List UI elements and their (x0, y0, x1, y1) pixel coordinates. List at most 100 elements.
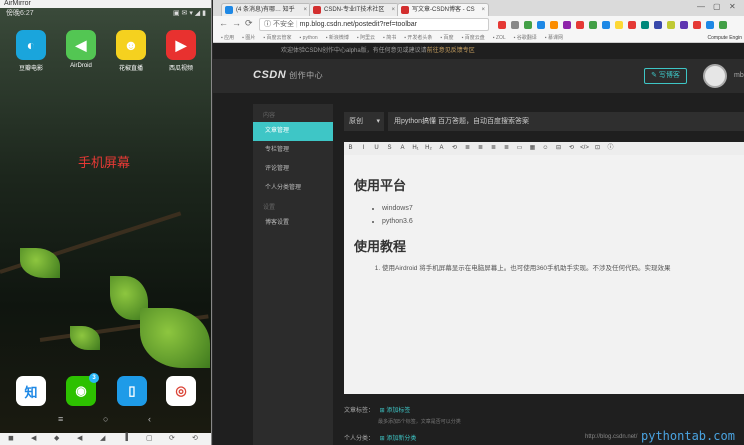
format-button[interactable]: I (357, 142, 370, 155)
extension-icon[interactable] (706, 21, 714, 29)
article-type-select[interactable]: 原创 ▾ (344, 112, 384, 131)
format-button[interactable]: ▭ (513, 142, 526, 155)
mirror-tool-icon[interactable]: ⟳ (169, 434, 175, 442)
extension-icon[interactable] (667, 21, 675, 29)
close-window-button[interactable]: ✕ (729, 2, 736, 11)
write-blog-button[interactable]: ✎ 写博客 (644, 68, 687, 84)
extension-icon[interactable] (628, 21, 636, 29)
add-tag-button[interactable]: ⊞ 添加标签 (380, 408, 411, 414)
zhihu-icon[interactable]: 知 (16, 376, 46, 406)
tab-csdn-write[interactable]: 写文章-CSDN博客 - CS × (397, 3, 489, 16)
close-icon[interactable]: × (481, 4, 485, 16)
bookmark-item[interactable]: ▪ 谷歌翻译 (514, 35, 537, 41)
back-arrow-icon[interactable]: ← (219, 18, 228, 28)
format-button[interactable]: ≣ (461, 142, 474, 155)
maximize-button[interactable]: ▢ (713, 2, 721, 11)
bookmark-item[interactable]: ▪ 开发者头条 (404, 35, 432, 41)
sidebar-item-blog-settings[interactable]: 博客设置 (253, 214, 333, 233)
home-icon[interactable]: ○ (103, 414, 108, 424)
tab-csdn[interactable]: CSDN-专业IT技术社区 × (309, 3, 399, 16)
chrome-icon[interactable]: ◎ (166, 376, 196, 406)
address-bar[interactable]: ⓘ 不安全 | mp.blog.csdn.net/postedit?ref=to… (259, 18, 489, 31)
format-button[interactable]: ☺ (539, 142, 552, 155)
app-douban-movie[interactable]: ◐ 豆瓣电影 (11, 30, 51, 72)
extension-icon[interactable] (693, 21, 701, 29)
extension-icon[interactable] (563, 21, 571, 29)
format-button[interactable]: ⟲ (565, 142, 578, 155)
extension-icon[interactable] (511, 21, 519, 29)
app-airdroid[interactable]: ◀ AirDroid (61, 30, 101, 69)
user-name[interactable]: mb (734, 72, 744, 79)
files-icon[interactable]: ▯ (117, 376, 147, 406)
format-button[interactable]: ≣ (500, 142, 513, 155)
forward-arrow-icon[interactable]: → (232, 18, 241, 28)
minimize-button[interactable]: — (697, 2, 705, 11)
bookmark-item[interactable]: ▪ ZOL (493, 35, 506, 41)
format-button[interactable]: ⊟ (552, 142, 565, 155)
bookmark-item[interactable]: ▪ python (300, 35, 318, 41)
mirror-tool-icon[interactable]: ◢ (100, 434, 105, 442)
mirror-tool-icon[interactable]: ⟲ (192, 434, 198, 442)
format-button[interactable]: ⟲ (448, 142, 461, 155)
sidebar-item-comment-manage[interactable]: 评论管理 (253, 160, 333, 179)
bookmark-item[interactable]: ▪ 简书 (383, 35, 396, 41)
extension-icon[interactable] (576, 21, 584, 29)
format-button[interactable]: ⓘ (604, 142, 617, 155)
format-button[interactable]: S (383, 142, 396, 155)
format-button[interactable]: H₁ (409, 142, 422, 155)
add-category-button[interactable]: ⊞ 添加新分类 (380, 436, 417, 442)
sidebar-item-category-manage[interactable]: 个人分类管理 (253, 179, 333, 198)
reload-icon[interactable]: ⟳ (245, 18, 253, 29)
extension-icon[interactable] (589, 21, 597, 29)
bookmark-item[interactable]: ▪ 新浪微博 (326, 35, 349, 41)
format-button[interactable]: B (344, 142, 357, 155)
bookmark-item[interactable]: ▪ 百度云管家 (263, 35, 291, 41)
bookmark-item[interactable]: ▪ 百度 (440, 35, 453, 41)
app-xigua-video[interactable]: ▶ 西瓜视频 (161, 30, 201, 72)
mirror-tool-icon[interactable]: ▐ (123, 434, 128, 441)
mirror-tool-icon[interactable]: ◆ (54, 434, 59, 442)
article-title-input[interactable]: 用python搞懂 百万答题，自动百度搜索答案 (388, 112, 744, 131)
app-huajiao-live[interactable]: ☻ 花椒直播 (111, 30, 151, 72)
bookmark-item[interactable]: ▪ 阿里云 (357, 35, 375, 41)
bookmark-item[interactable]: ▪ 慕课网 (545, 35, 563, 41)
csdn-logo[interactable]: CSDN 创作中心 (253, 69, 323, 81)
feedback-link[interactable]: 前往意见反馈专区 (427, 48, 475, 54)
close-icon[interactable]: × (391, 4, 395, 16)
format-button[interactable]: ≣ (487, 142, 500, 155)
tab-zhihu[interactable]: (4 条消息)有哪… 知乎 × (221, 3, 311, 16)
menu-icon[interactable]: ≡ (58, 414, 63, 424)
bookmark-item[interactable]: ▪ 图片 (242, 35, 255, 41)
mirror-tool-icon[interactable]: ▢ (146, 434, 153, 442)
bookmark-item[interactable]: Compute Engin (708, 33, 742, 42)
format-button[interactable]: </> (578, 142, 591, 155)
extension-icon[interactable] (641, 21, 649, 29)
extension-icon[interactable] (524, 21, 532, 29)
sidebar-item-article-manage[interactable]: 文章管理 (253, 122, 333, 141)
close-icon[interactable]: × (303, 4, 307, 16)
mirror-tool-icon[interactable]: ◀ (77, 434, 82, 442)
back-icon[interactable]: ‹ (148, 414, 151, 424)
format-button[interactable]: H₂ (422, 142, 435, 155)
format-button[interactable]: ⊡ (591, 142, 604, 155)
sidebar-item-column-manage[interactable]: 专栏管理 (253, 141, 333, 160)
format-button[interactable]: ▦ (526, 142, 539, 155)
extension-icon[interactable] (602, 21, 610, 29)
format-button[interactable]: U (370, 142, 383, 155)
bookmark-item[interactable]: ▪ 应用 (221, 35, 234, 41)
extension-icon[interactable] (615, 21, 623, 29)
extension-icon[interactable] (537, 21, 545, 29)
mirror-tool-icon[interactable]: ◀ (31, 434, 36, 442)
extension-icon[interactable] (680, 21, 688, 29)
editor-content[interactable]: 使用平台 windows7 python3.6 使用教程 使用Airdroid … (344, 155, 744, 394)
format-button[interactable]: A (435, 142, 448, 155)
format-button[interactable]: A (396, 142, 409, 155)
mirror-tool-icon[interactable]: ◼ (8, 434, 14, 442)
extension-icon[interactable] (498, 21, 506, 29)
format-button[interactable]: ≣ (474, 142, 487, 155)
wechat-icon[interactable]: ◉ 3 (66, 373, 99, 406)
extension-icon[interactable] (654, 21, 662, 29)
bookmark-item[interactable]: ▪ 百度云盘 (462, 35, 485, 41)
avatar[interactable] (703, 64, 727, 88)
extension-icon[interactable] (550, 21, 558, 29)
